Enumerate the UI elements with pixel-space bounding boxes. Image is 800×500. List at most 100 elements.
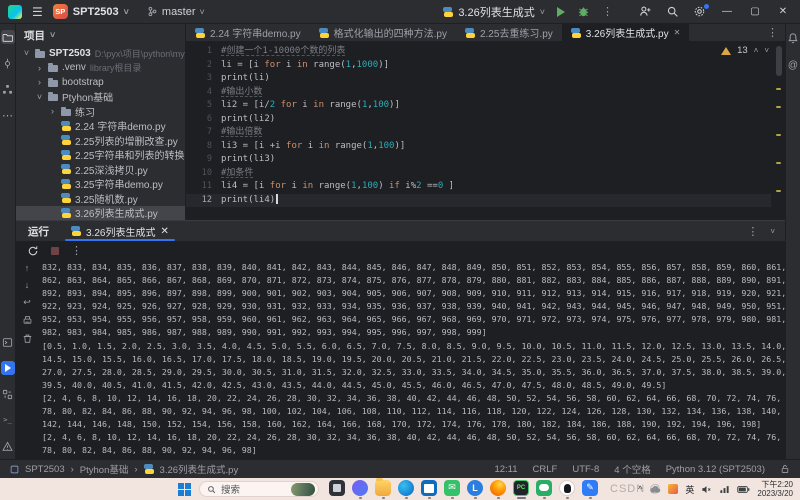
taskbar-app-notes[interactable] [582, 480, 598, 499]
commit-tool-icon[interactable] [1, 56, 15, 70]
line-ending[interactable]: CRLF [533, 464, 558, 475]
start-button[interactable] [178, 483, 191, 496]
taskbar-app-thunder[interactable] [352, 480, 368, 499]
print-icon[interactable] [22, 315, 33, 326]
close-tab-icon[interactable]: ✕ [160, 226, 168, 237]
tree-item[interactable]: 2.25字符串和列表的转换.py [16, 148, 185, 163]
hide-panel-icon[interactable]: ˅ [770, 227, 775, 236]
code-line[interactable]: 11li4 = [i for i in range(1,100) if i%2 … [186, 180, 771, 194]
taskbar-app-firefox[interactable] [490, 480, 506, 499]
tree-item[interactable]: ›.venvlibrary根目录 [16, 61, 185, 76]
close-tab-icon[interactable]: ✕ [674, 28, 681, 37]
taskbar-app-task-view[interactable] [329, 480, 345, 499]
tree-item[interactable]: 3.26列表生成式.py [16, 206, 185, 221]
more-tool-windows-icon[interactable]: ⋯ [1, 108, 15, 122]
problems-tool-icon[interactable] [1, 439, 15, 453]
code-editor[interactable]: 1#创建一个1-10000个数的列表2li = [i for i in rang… [186, 42, 785, 220]
tree-item[interactable]: 2.25列表的增删改查.py [16, 133, 185, 148]
file-encoding[interactable]: UTF-8 [572, 464, 599, 475]
taskbar-app-mail[interactable] [444, 480, 460, 499]
python-console-tool-icon[interactable] [1, 335, 15, 349]
lock-icon[interactable] [780, 464, 790, 474]
battery-icon[interactable] [737, 485, 750, 494]
more-actions-icon[interactable]: ⋮ [602, 5, 613, 18]
run-tool-icon[interactable] [1, 361, 15, 375]
expand-arrow-icon[interactable]: ˅ [35, 92, 44, 102]
code-with-me-icon[interactable] [639, 5, 652, 18]
soft-wrap-icon[interactable]: ↩ [23, 297, 31, 308]
notifications-bell-icon[interactable] [787, 32, 799, 44]
services-tool-icon[interactable] [1, 387, 15, 401]
code-line[interactable]: 12print(li4) [186, 194, 771, 208]
code-line[interactable]: 1#创建一个1-10000个数的列表 [186, 45, 771, 59]
console-more-icon[interactable]: ⋮ [71, 244, 82, 257]
expand-arrow-icon[interactable]: › [35, 77, 44, 87]
next-problem-icon[interactable]: ˅ [764, 46, 769, 55]
ime-indicator[interactable]: 英 [685, 483, 694, 496]
editor-scrollbar[interactable] [772, 42, 785, 220]
taskbar-app-store[interactable] [421, 480, 437, 499]
code-line[interactable]: 9print(li3) [186, 153, 771, 167]
editor-tab[interactable]: 3.26列表生成式.py✕ [562, 24, 690, 41]
tree-item[interactable]: 2.25深浅拷贝.py [16, 162, 185, 177]
taskbar-search[interactable]: 搜索 [199, 481, 319, 497]
expand-arrow-icon[interactable]: › [35, 63, 44, 73]
editor-tab[interactable]: 2.25去重练习.py [456, 24, 562, 41]
terminal-tool-icon[interactable]: >_ [1, 413, 15, 427]
taskbar-app-qq[interactable] [559, 480, 575, 499]
mention-tool-icon[interactable]: @ [788, 60, 798, 71]
run-panel-options-icon[interactable]: ⋮ [747, 225, 758, 238]
breadcrumb[interactable]: SPT2503 › Ptyhon基础 › 3.26列表生成式.py [10, 462, 238, 476]
scroll-down-icon[interactable]: ↓ [25, 280, 30, 290]
debug-button[interactable] [577, 5, 590, 18]
rerun-icon[interactable] [27, 245, 39, 257]
code-line[interactable]: 4#输出小数 [186, 86, 771, 100]
taskbar-app-explorer[interactable] [375, 480, 391, 499]
tree-item[interactable]: 3.25字符串demo.py [16, 177, 185, 192]
stop-icon[interactable] [51, 247, 59, 255]
network-icon[interactable] [719, 484, 730, 495]
expand-arrow-icon[interactable]: ˅ [22, 48, 31, 58]
code-line[interactable]: 5li2 = [i/2 for i in range(1,100)] [186, 99, 771, 113]
editor-tab[interactable]: 格式化输出的四种方法.py [310, 24, 456, 41]
tree-item[interactable]: ›练习 [16, 104, 185, 119]
hidden-icons-chevron[interactable]: ^ [638, 484, 642, 494]
vcs-branch-selector[interactable]: master ˅ [147, 6, 205, 18]
settings-button[interactable] [693, 5, 706, 18]
scrollbar-thumb[interactable] [776, 46, 782, 76]
scroll-up-icon[interactable]: ↑ [25, 263, 30, 273]
minimize-button[interactable]: — [720, 6, 734, 17]
tree-item[interactable]: 2.24 字符串demo.py [16, 119, 185, 134]
tree-item[interactable]: ›bootstrap [16, 75, 185, 90]
code-line[interactable]: 8li3 = [i +i for i in range(1,100)] [186, 140, 771, 154]
editor-tab[interactable]: 2.24 字符串demo.py [186, 24, 310, 41]
taskbar-clock[interactable]: 下午2:20 2023/3/20 [757, 480, 793, 498]
search-everywhere-icon[interactable] [666, 5, 679, 18]
code-line[interactable]: 3print(li) [186, 72, 771, 86]
breadcrumb-file[interactable]: 3.26列表生成式.py [160, 462, 239, 476]
run-tab[interactable]: 3.26列表生成式 ✕ [61, 221, 179, 241]
taskbar-app-tencent-l[interactable] [467, 480, 483, 499]
breadcrumb-project[interactable]: SPT2503 [25, 464, 65, 475]
structure-tool-icon[interactable] [1, 82, 15, 96]
main-menu-icon[interactable]: ☰ [32, 5, 43, 19]
python-interpreter[interactable]: Python 3.12 (SPT2503) [666, 464, 765, 475]
tray-app-icon[interactable] [668, 484, 678, 494]
taskbar-app-edge[interactable] [398, 480, 414, 499]
close-button[interactable]: ✕ [776, 6, 790, 17]
prev-problem-icon[interactable]: ˄ [754, 46, 759, 55]
tree-item[interactable]: 3.25随机数.py [16, 191, 185, 206]
tab-options-icon[interactable]: ⋮ [760, 24, 785, 41]
tree-item[interactable]: ˅Ptyhon基础 [16, 90, 185, 105]
code-line[interactable]: 10#加条件 [186, 167, 771, 181]
code-line[interactable]: 6print(li2) [186, 113, 771, 127]
caret-position[interactable]: 12:11 [494, 464, 517, 475]
search-highlight-image[interactable] [291, 483, 315, 496]
taskbar-app-pycharm[interactable] [513, 480, 529, 499]
breadcrumb-folder[interactable]: Ptyhon基础 [80, 462, 129, 476]
project-selector[interactable]: SP SPT2503 ˅ [53, 4, 129, 19]
code-line[interactable]: 7#输出倍数 [186, 126, 771, 140]
taskbar-app-wechat[interactable] [536, 480, 552, 499]
tree-item[interactable]: ˅SPT2503D:\pyx\项目\python\myflaskde [16, 46, 185, 61]
code-line[interactable]: 2li = [i for i in range(1,1000)] [186, 59, 771, 73]
